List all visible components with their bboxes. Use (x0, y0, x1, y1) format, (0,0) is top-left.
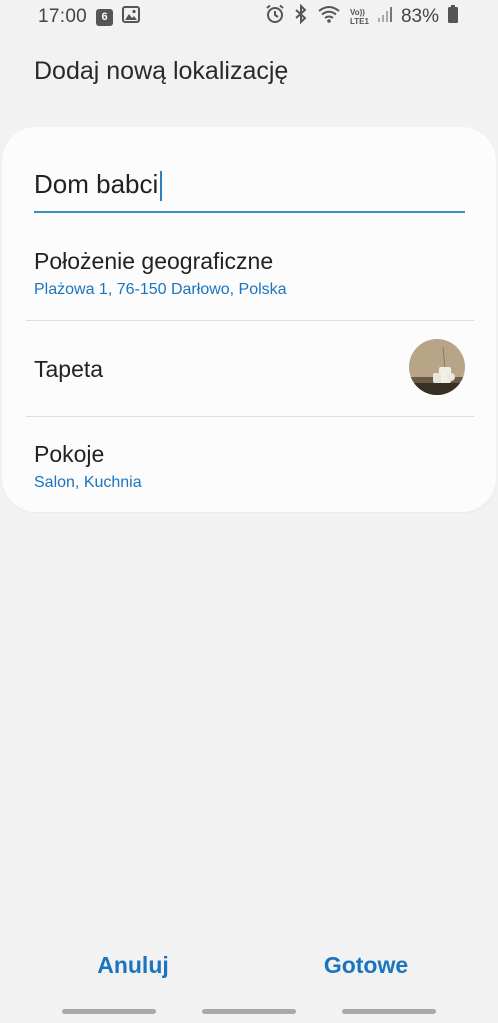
done-button[interactable]: Gotowe (314, 940, 418, 990)
wallpaper-row[interactable]: Tapeta (2, 321, 496, 416)
signal-icon (377, 5, 392, 29)
wallpaper-thumbnail[interactable] (409, 339, 465, 395)
bottom-action-bar: Anuluj Gotowe (0, 940, 498, 990)
wifi-icon (317, 4, 341, 30)
nav-home-button[interactable] (202, 1009, 296, 1014)
network-label: Vo)) LTE1 (350, 8, 369, 26)
notification-badge-icon: 6 (96, 8, 114, 26)
network-label-top: Vo)) (350, 8, 365, 17)
gallery-icon (122, 5, 141, 29)
bluetooth-icon (294, 3, 308, 30)
battery-percent: 83% (400, 6, 439, 27)
location-form-card: Położenie geograficzne Plażowa 1, 76-150… (2, 127, 496, 512)
rooms-row[interactable]: Pokoje Salon, Kuchnia (2, 417, 496, 512)
network-label-bottom: LTE1 (350, 17, 369, 26)
status-time: 17:00 (38, 6, 88, 27)
page-title: Dodaj nową lokalizację (34, 57, 289, 85)
wallpaper-label: Tapeta (34, 356, 104, 382)
location-label: Położenie geograficzne (34, 248, 274, 274)
location-name-input[interactable] (34, 161, 465, 207)
location-name-field[interactable] (34, 161, 465, 213)
status-left: 17:00 6 (38, 5, 141, 29)
cancel-button[interactable]: Anuluj (86, 940, 180, 990)
rooms-label: Pokoje (34, 441, 105, 467)
status-right: Vo)) LTE1 83% (265, 3, 458, 30)
screen: 17:00 6 Vo)) LTE1 83% Dodaj nową lokaliz… (0, 0, 498, 1023)
status-bar: 17:00 6 Vo)) LTE1 83% (0, 0, 498, 34)
nav-recents-button[interactable] (62, 1009, 156, 1014)
battery-icon (448, 5, 458, 29)
location-value: Plażowa 1, 76-150 Darłowo, Polska (34, 281, 287, 298)
navigation-bar (0, 1009, 498, 1019)
text-caret (160, 171, 162, 201)
nav-back-button[interactable] (342, 1009, 436, 1014)
location-row[interactable]: Położenie geograficzne Plażowa 1, 76-150… (2, 225, 496, 320)
alarm-icon (265, 4, 285, 30)
rooms-value: Salon, Kuchnia (34, 474, 142, 491)
